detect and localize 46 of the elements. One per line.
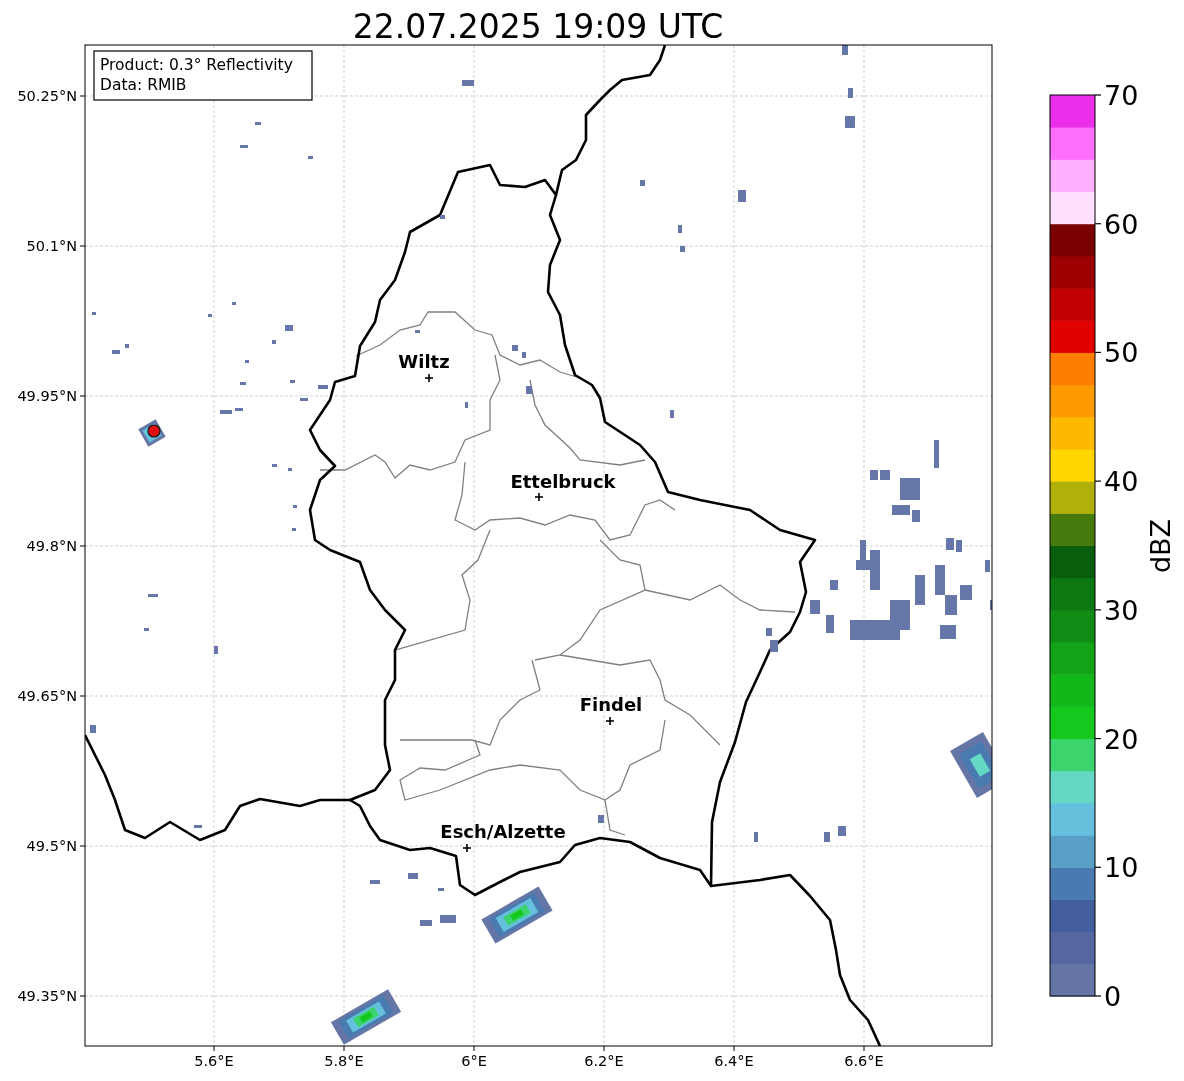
axis-tick-label: 5.6°E — [194, 1053, 234, 1069]
tick-mark — [79, 845, 86, 847]
city-marker-icon — [462, 843, 472, 853]
city-marker-icon — [534, 492, 544, 502]
axis-tick-label: 49.8°N — [26, 538, 77, 554]
colorbar-tick-label: 0 — [1104, 981, 1122, 1012]
colorbar-tick-label: 30 — [1104, 594, 1139, 626]
colorbar-tick-label: 10 — [1104, 852, 1139, 884]
tick-mark — [603, 1045, 605, 1052]
city-label: Ettelbruck — [510, 471, 616, 492]
colorbar-tick-label: 40 — [1104, 466, 1139, 498]
axis-tick-label: 6.2°E — [584, 1053, 624, 1069]
axis-tick-label: 5.8°E — [324, 1053, 364, 1069]
info-text: Product: 0.3° Reflectivity Data: RMIB — [100, 56, 293, 94]
radar-site-icon — [147, 424, 161, 438]
chart-title: 22.07.2025 19:09 UTC — [352, 7, 724, 46]
axis-tick-label: 49.95°N — [17, 388, 77, 404]
city-label: Findel — [579, 694, 643, 715]
axis-tick-label: 6°E — [461, 1053, 487, 1069]
colorbar-tick-label: 20 — [1104, 723, 1139, 755]
colorbar-tick-label: 70 — [1104, 80, 1139, 111]
tick-mark — [79, 395, 86, 397]
tick-mark — [343, 1045, 345, 1052]
city-marker-icon — [605, 716, 615, 726]
tick-mark — [79, 545, 86, 547]
axis-tick-label: 49.35°N — [17, 988, 77, 1004]
tick-mark — [79, 995, 86, 997]
tick-mark — [473, 1045, 475, 1052]
axis-tick-label: 50.25°N — [17, 88, 77, 104]
city-label: Wiltz — [398, 351, 450, 372]
axis-tick-label: 6.6°E — [844, 1053, 884, 1069]
axis-tick-label: 49.5°N — [26, 838, 77, 854]
colorbar-tick-label: 60 — [1104, 208, 1139, 240]
tick-mark — [863, 1045, 865, 1052]
colorbar-tick-label: 50 — [1104, 337, 1139, 369]
axis-tick-label: 50.1°N — [26, 238, 77, 254]
city-marker-icon — [424, 373, 434, 383]
axis-tick-label: 49.65°N — [17, 688, 77, 704]
city-label: Esch/Alzette — [440, 821, 566, 842]
colorbar-title: dBZ — [1145, 518, 1176, 574]
tick-mark — [733, 1045, 735, 1052]
tick-mark — [213, 1045, 215, 1052]
tick-mark — [79, 95, 86, 97]
axis-tick-label: 6.4°E — [714, 1053, 754, 1069]
tick-mark — [79, 695, 86, 697]
tick-mark — [79, 245, 86, 247]
